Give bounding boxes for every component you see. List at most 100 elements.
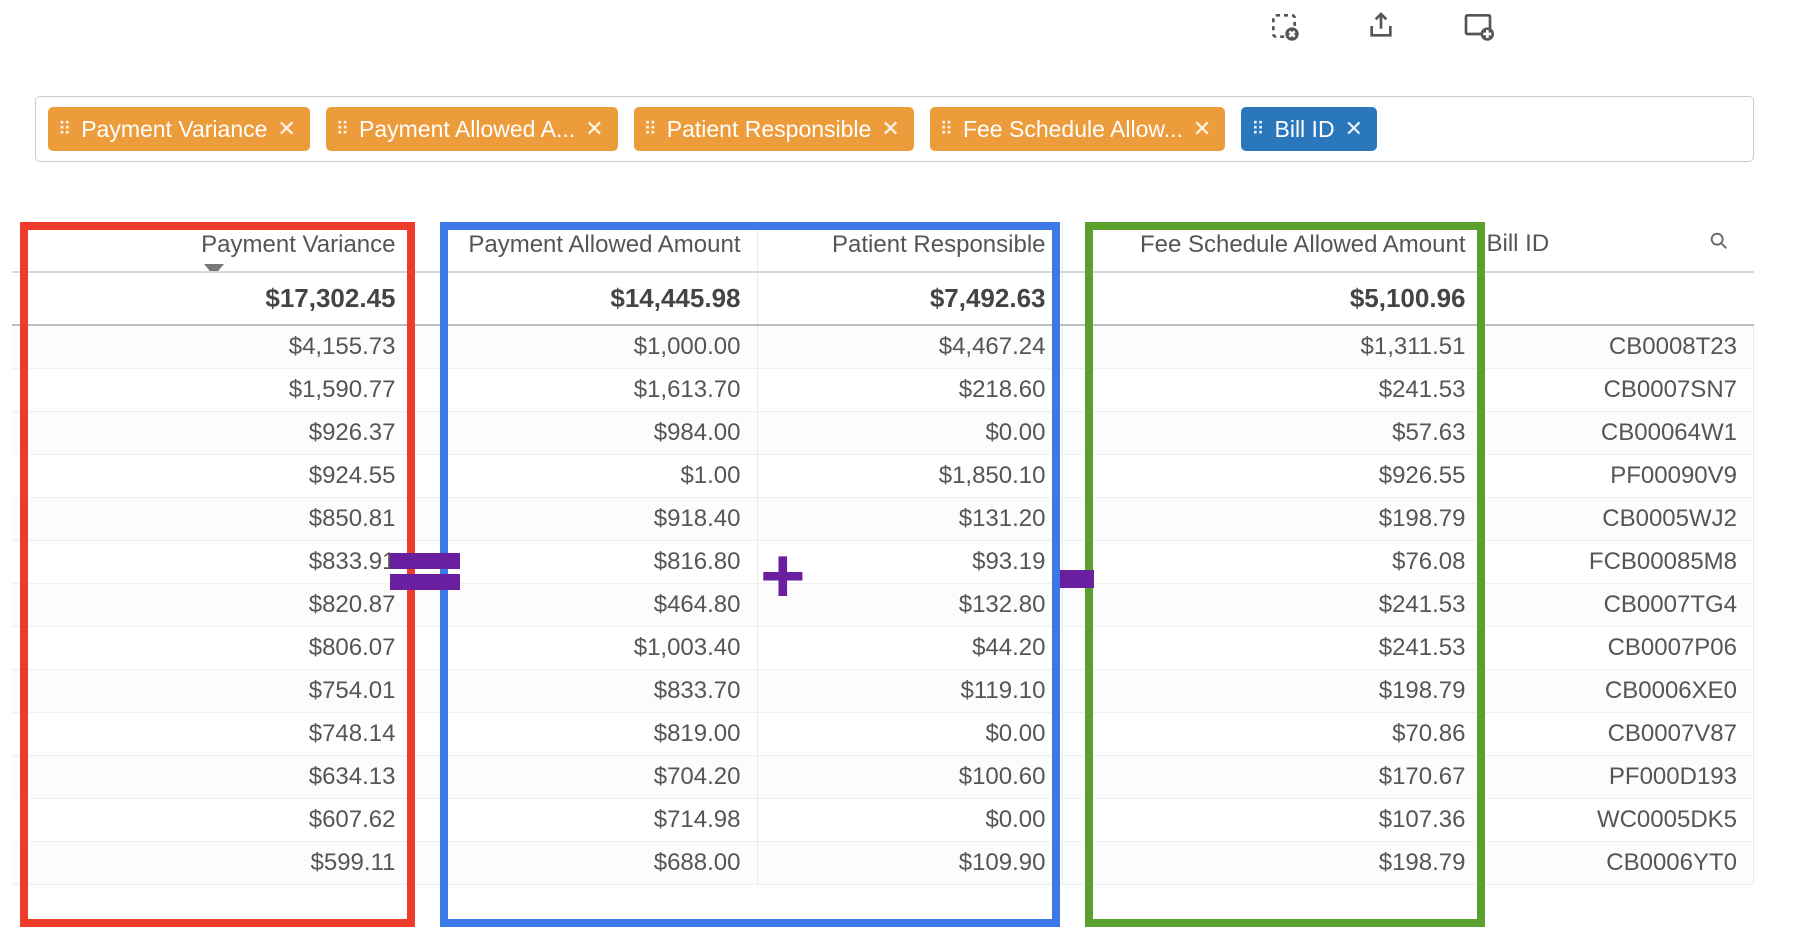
chip-remove-icon[interactable]: ✕ <box>1193 116 1211 142</box>
cell-patient-responsible: $109.90 <box>757 842 1062 885</box>
chip-remove-icon[interactable]: ✕ <box>881 116 899 142</box>
cell-patient-responsible: $4,467.24 <box>757 325 1062 369</box>
filter-chip[interactable]: ⠿ Fee Schedule Allow... ✕ <box>930 107 1226 151</box>
cell-patient-responsible: $0.00 <box>757 799 1062 842</box>
drag-grip-icon[interactable]: ⠿ <box>940 119 953 140</box>
filter-chip[interactable]: ⠿Payment Variance✕ <box>48 107 310 151</box>
col-header-label: Fee Schedule Allowed Amount <box>1140 231 1466 258</box>
cell-fee-schedule: $70.86 <box>1062 713 1482 756</box>
table-row[interactable]: $926.37$984.00$0.00$57.63CB00064W1 <box>12 412 1754 455</box>
cell-fee-schedule: $57.63 <box>1062 412 1482 455</box>
col-header-patient-responsible[interactable]: Patient Responsible <box>757 222 1062 272</box>
col-header-bill-id[interactable]: Bill ID <box>1482 222 1754 272</box>
cell-bill-id: CB00064W1 <box>1482 412 1754 455</box>
column-chip-bar[interactable]: ⠿Payment Variance✕ ⠿Payment Allowed A...✕… <box>35 96 1754 162</box>
col-header-label: Patient Responsible <box>832 231 1045 258</box>
total-bill-id <box>1482 272 1754 325</box>
cell-payment-allowed: $1.00 <box>412 455 757 498</box>
cell-bill-id: PF00090V9 <box>1482 455 1754 498</box>
cell-fee-schedule: $76.08 <box>1062 541 1482 584</box>
total-payment-allowed: $14,445.98 <box>412 272 757 325</box>
col-header-payment-variance[interactable]: Payment Variance <box>12 222 412 272</box>
table-row[interactable]: $820.87$464.80$132.80$241.53CB0007TG4 <box>12 584 1754 627</box>
col-header-label: Payment Variance <box>201 231 395 258</box>
cell-payment-allowed: $1,613.70 <box>412 369 757 412</box>
cell-bill-id: CB0008T23 <box>1482 325 1754 369</box>
cell-fee-schedule: $198.79 <box>1062 842 1482 885</box>
col-header-label: Payment Allowed Amount <box>468 231 740 258</box>
table-row[interactable]: $634.13$704.20$100.60$170.67PF000D193 <box>12 756 1754 799</box>
cell-payment-variance: $607.62 <box>12 799 412 842</box>
cell-payment-variance: $820.87 <box>12 584 412 627</box>
total-fee-schedule: $5,100.96 <box>1062 272 1482 325</box>
cell-payment-variance: $850.81 <box>12 498 412 541</box>
filter-chip[interactable]: ⠿Payment Allowed A...✕ <box>326 107 618 151</box>
cell-fee-schedule: $198.79 <box>1062 670 1482 713</box>
cell-payment-allowed: $1,003.40 <box>412 627 757 670</box>
filter-chip[interactable]: ⠿Patient Responsible✕ <box>634 107 914 151</box>
cell-bill-id: WC0005DK5 <box>1482 799 1754 842</box>
table-row[interactable]: $607.62$714.98$0.00$107.36WC0005DK5 <box>12 799 1754 842</box>
search-icon[interactable] <box>1708 230 1730 259</box>
table-row[interactable]: $806.07$1,003.40$44.20$241.53CB0007P06 <box>12 627 1754 670</box>
drag-grip-icon[interactable]: ⠿ <box>58 119 71 140</box>
chip-remove-icon[interactable]: ✕ <box>1345 116 1363 142</box>
cell-payment-variance: $833.91 <box>12 541 412 584</box>
cell-payment-allowed: $833.70 <box>412 670 757 713</box>
cell-payment-variance: $924.55 <box>12 455 412 498</box>
table-row[interactable]: $599.11$688.00$109.90$198.79CB0006YT0 <box>12 842 1754 885</box>
col-header-payment-allowed[interactable]: Payment Allowed Amount <box>412 222 757 272</box>
table-row[interactable]: $924.55$1.00$1,850.10$926.55PF00090V9 <box>12 455 1754 498</box>
cell-fee-schedule: $241.53 <box>1062 584 1482 627</box>
share-icon[interactable] <box>1365 10 1397 42</box>
total-payment-variance: $17,302.45 <box>12 272 412 325</box>
table-row[interactable]: $1,590.77$1,613.70$218.60$241.53CB0007SN… <box>12 369 1754 412</box>
cell-patient-responsible: $218.60 <box>757 369 1062 412</box>
cell-patient-responsible: $131.20 <box>757 498 1062 541</box>
cell-fee-schedule: $926.55 <box>1062 455 1482 498</box>
table-row[interactable]: $748.14$819.00$0.00$70.86CB0007V87 <box>12 713 1754 756</box>
cell-payment-variance: $748.14 <box>12 713 412 756</box>
cell-patient-responsible: $119.10 <box>757 670 1062 713</box>
cell-payment-allowed: $816.80 <box>412 541 757 584</box>
table-row[interactable]: $4,155.73$1,000.00$4,467.24$1,311.51CB00… <box>12 325 1754 369</box>
drag-grip-icon[interactable]: ⠿ <box>1251 119 1264 140</box>
chip-label: Bill ID <box>1275 116 1335 143</box>
cell-payment-allowed: $714.98 <box>412 799 757 842</box>
cell-payment-allowed: $984.00 <box>412 412 757 455</box>
cell-fee-schedule: $198.79 <box>1062 498 1482 541</box>
cell-patient-responsible: $100.60 <box>757 756 1062 799</box>
clear-selection-icon[interactable] <box>1268 10 1300 42</box>
table-row[interactable]: $754.01$833.70$119.10$198.79CB0006XE0 <box>12 670 1754 713</box>
toolbar-icons <box>1268 10 1494 42</box>
cell-patient-responsible: $132.80 <box>757 584 1062 627</box>
cell-payment-variance: $1,590.77 <box>12 369 412 412</box>
cell-bill-id: CB0006XE0 <box>1482 670 1754 713</box>
drag-grip-icon[interactable]: ⠿ <box>336 119 349 140</box>
table-header-row: Payment Variance Payment Allowed Amount … <box>12 222 1754 272</box>
cell-patient-responsible: $1,850.10 <box>757 455 1062 498</box>
cell-payment-variance: $599.11 <box>12 842 412 885</box>
cell-bill-id: CB0007SN7 <box>1482 369 1754 412</box>
table-row[interactable]: $833.91$816.80$93.19$76.08FCB00085M8 <box>12 541 1754 584</box>
cell-bill-id: FCB00085M8 <box>1482 541 1754 584</box>
add-panel-icon[interactable] <box>1462 10 1494 42</box>
chip-remove-icon[interactable]: ✕ <box>585 116 603 142</box>
cell-bill-id: CB0006YT0 <box>1482 842 1754 885</box>
table-row[interactable]: $850.81$918.40$131.20$198.79CB0005WJ2 <box>12 498 1754 541</box>
cell-payment-variance: $754.01 <box>12 670 412 713</box>
cell-bill-id: CB0005WJ2 <box>1482 498 1754 541</box>
cell-payment-variance: $4,155.73 <box>12 325 412 369</box>
cell-payment-allowed: $704.20 <box>412 756 757 799</box>
chip-label: Fee Schedule Allow... <box>963 116 1183 143</box>
col-header-fee-schedule[interactable]: Fee Schedule Allowed Amount <box>1062 222 1482 272</box>
table-totals-row: $17,302.45 $14,445.98 $7,492.63 $5,100.9… <box>12 272 1754 325</box>
cell-fee-schedule: $1,311.51 <box>1062 325 1482 369</box>
cell-payment-variance: $806.07 <box>12 627 412 670</box>
total-patient-responsible: $7,492.63 <box>757 272 1062 325</box>
cell-patient-responsible: $0.00 <box>757 713 1062 756</box>
cell-bill-id: CB0007V87 <box>1482 713 1754 756</box>
filter-chip[interactable]: ⠿ Bill ID ✕ <box>1241 107 1377 151</box>
drag-grip-icon[interactable]: ⠿ <box>644 119 657 140</box>
chip-remove-icon[interactable]: ✕ <box>277 116 295 142</box>
